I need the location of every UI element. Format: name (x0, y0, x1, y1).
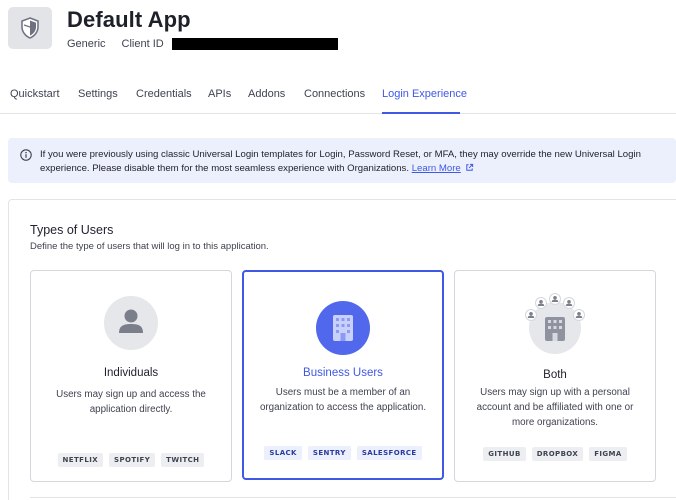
card-title: Business Users (303, 367, 383, 379)
app-title: Default App (67, 7, 191, 32)
shield-icon (21, 17, 39, 39)
section-description: Define the type of users that will log i… (30, 241, 269, 252)
example-badges: NETFLIX SPOTIFY TWITCH (31, 453, 231, 467)
card-title: Both (543, 369, 567, 381)
learn-more-label: Learn More (411, 163, 461, 174)
badge: FIGMA (589, 447, 627, 461)
badge: SPOTIFY (109, 453, 156, 467)
external-link-icon[interactable] (465, 163, 474, 172)
card-individuals[interactable]: Individuals Users may sign up and access… (30, 270, 232, 482)
card-title: Individuals (103, 367, 159, 379)
active-tab-indicator (382, 112, 460, 114)
card-business-users[interactable]: Business Users Users must be a member of… (242, 270, 444, 480)
banner-text: If you were previously using classic Uni… (40, 148, 670, 176)
section-title: Types of Users (30, 223, 114, 237)
tab-settings[interactable]: Settings (78, 88, 136, 112)
info-banner: If you were previously using classic Uni… (8, 138, 676, 183)
tab-credentials[interactable]: Credentials (136, 88, 208, 112)
tab-login-experience[interactable]: Login Experience (382, 88, 467, 112)
example-badges: SLACK SENTRY SALESFORCE (244, 446, 442, 460)
section-divider (30, 497, 676, 498)
example-badges: GITHUB DROPBOX FIGMA (455, 447, 655, 461)
tabs-divider (0, 113, 676, 114)
badge: GITHUB (483, 447, 526, 461)
learn-more-link[interactable]: Learn More (412, 163, 461, 174)
badge: TWITCH (161, 453, 205, 467)
card-description: Users may sign up with a personal accoun… (476, 387, 634, 428)
user-icon (104, 296, 158, 350)
info-icon (20, 149, 32, 161)
badge: SLACK (264, 446, 302, 460)
banner-message: If you were previously using classic Uni… (40, 149, 641, 174)
tab-apis[interactable]: APIs (208, 88, 248, 112)
badge: DROPBOX (531, 447, 584, 461)
client-id-redacted (171, 38, 338, 50)
app-meta: Generic Client ID (67, 38, 338, 50)
building-icon (316, 301, 370, 355)
badge: NETFLIX (57, 453, 104, 467)
card-both[interactable]: Both Users may sign up with a personal a… (454, 270, 656, 482)
building-with-users-icon (525, 293, 585, 354)
client-id-label: Client ID (121, 38, 164, 50)
tab-bar: Quickstart Settings Credentials APIs Add… (10, 88, 467, 112)
tab-connections[interactable]: Connections (304, 88, 382, 112)
badge: SALESFORCE (356, 446, 422, 460)
tab-quickstart[interactable]: Quickstart (10, 88, 78, 112)
app-logo (8, 7, 52, 49)
badge: SENTRY (307, 446, 351, 460)
tab-addons[interactable]: Addons (248, 88, 304, 112)
card-description: Users may sign up and access the applica… (56, 389, 206, 415)
app-type: Generic (67, 38, 106, 50)
card-description: Users must be a member of an organizatio… (259, 387, 427, 413)
